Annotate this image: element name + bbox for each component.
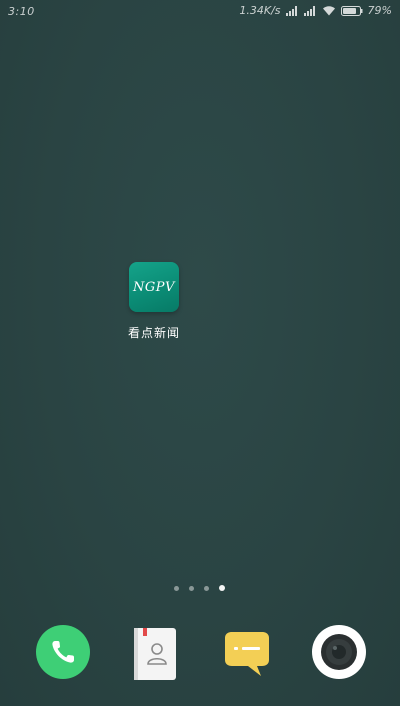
dock [0, 624, 400, 684]
wifi-icon [322, 5, 336, 16]
contacts-icon [134, 628, 176, 680]
page-dot-2 [189, 585, 194, 591]
status-icons: 1.34K/s 79% [239, 4, 392, 17]
app-icon-text: NGPV [133, 279, 175, 295]
page-dot-3 [204, 585, 209, 591]
camera-button[interactable] [311, 624, 367, 680]
camera-icon [312, 625, 366, 679]
app-kandian-news[interactable]: NGPV 看点新闻 [122, 262, 186, 341]
status-time: 3:10 [8, 5, 35, 18]
messages-icon [225, 632, 269, 676]
signal-icon [285, 5, 299, 16]
page-indicator [174, 585, 225, 591]
battery-icon [340, 5, 363, 16]
home-screen: 3:10 1.34K/s 79% NGPV 看点新闻 [0, 0, 400, 706]
messages-button[interactable] [219, 624, 275, 680]
page-dot-4-active [219, 585, 225, 591]
page-dot-1 [174, 585, 179, 591]
signal-icon-secondary [303, 5, 317, 16]
app-icon-ngpv[interactable]: NGPV [129, 262, 179, 312]
battery-level: 79% [367, 4, 392, 17]
phone-button[interactable] [35, 624, 91, 680]
network-speed: 1.34K/s [239, 4, 281, 17]
contacts-button[interactable] [127, 624, 183, 680]
phone-icon [36, 625, 90, 679]
app-label: 看点新闻 [127, 326, 180, 340]
status-bar: 3:10 1.34K/s 79% [0, 0, 400, 24]
